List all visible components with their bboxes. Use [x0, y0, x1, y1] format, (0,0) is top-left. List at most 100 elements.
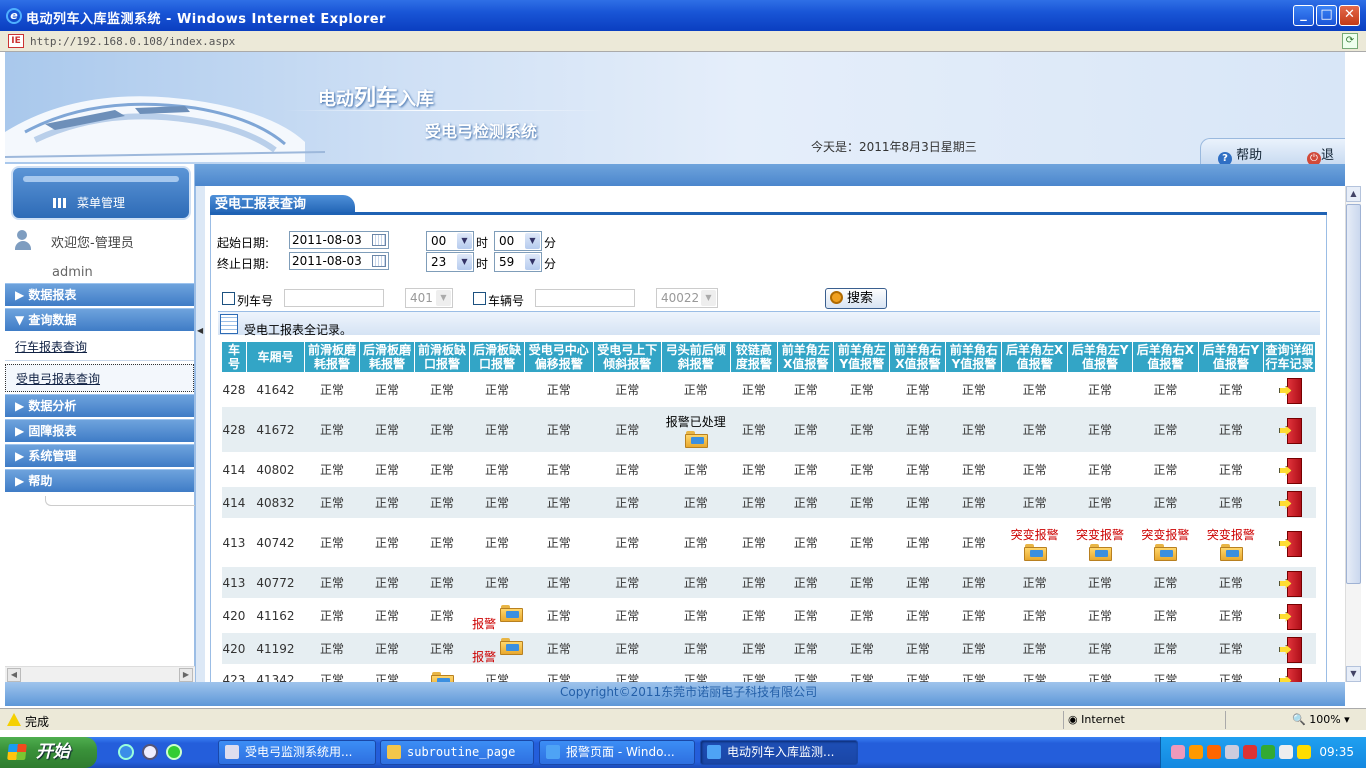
status-cell: 正常: [524, 406, 594, 453]
scroll-left-arrow-icon[interactable]: ◀: [7, 668, 21, 682]
train-no-cell: 413: [221, 566, 247, 599]
status-cell: 正常: [661, 566, 731, 599]
security-zone-label: Internet: [1081, 713, 1125, 726]
open-folder-icon[interactable]: [431, 671, 455, 682]
taskbar-item-pantograph-doc[interactable]: 受电弓监测系统用...: [218, 740, 376, 765]
open-folder-icon[interactable]: [1023, 543, 1047, 561]
start-date-input[interactable]: 2011-08-03: [289, 231, 389, 249]
train-no-cell: 420: [221, 598, 247, 633]
address-bar[interactable]: IE http://192.168.0.108/index.aspx ⟳: [0, 31, 1366, 52]
calendar-icon[interactable]: [372, 234, 386, 246]
scroll-right-arrow-icon[interactable]: ▶: [179, 668, 193, 682]
chevron-down-icon: ▼: [457, 233, 472, 249]
chevron-down-icon: ▼: [525, 254, 540, 270]
browser-quicklaunch-icon[interactable]: [142, 744, 158, 760]
minimize-button[interactable]: _: [1293, 5, 1314, 26]
scrollbar-thumb[interactable]: [1346, 204, 1361, 584]
detail-record-icon[interactable]: [1279, 570, 1302, 597]
open-folder-icon[interactable]: [499, 637, 523, 655]
detail-record-icon[interactable]: [1279, 603, 1302, 630]
exit-link[interactable]: ⏻退出: [1307, 144, 1345, 164]
sidebar-toggle[interactable]: ◀: [195, 186, 205, 682]
end-date-label: 终止日期:: [217, 257, 270, 271]
detail-record-icon[interactable]: [1279, 417, 1302, 444]
open-folder-icon[interactable]: [684, 430, 708, 448]
detail-record-icon[interactable]: [1279, 490, 1302, 517]
security-icon[interactable]: [1261, 745, 1275, 759]
car-no-select[interactable]: 40022 ▼: [656, 288, 718, 308]
maximize-button[interactable]: □: [1316, 5, 1337, 26]
start-hour-select[interactable]: 00 ▼: [426, 231, 474, 251]
train-no-select[interactable]: 401 ▼: [405, 288, 453, 308]
sidebar-item-train-report[interactable]: 行车报表查询: [5, 333, 194, 361]
scroll-up-arrow-icon[interactable]: ▲: [1346, 186, 1361, 202]
main-vertical-scrollbar[interactable]: ▲ ▼: [1345, 186, 1361, 682]
status-cell: 正常: [304, 632, 360, 665]
scroll-down-arrow-icon[interactable]: ▼: [1346, 666, 1361, 682]
ie-quicklaunch-icon[interactable]: [118, 744, 134, 760]
network-icon[interactable]: [1243, 745, 1257, 759]
status-cell: 正常: [1198, 486, 1264, 519]
car-no-checkbox[interactable]: [473, 292, 486, 305]
zoom-level[interactable]: 🔍 100% ▾: [1292, 713, 1350, 726]
status-cell: 正常: [777, 518, 834, 567]
status-cell: 正常: [359, 632, 415, 665]
detail-record-icon[interactable]: [1279, 530, 1302, 557]
status-cell: 正常: [524, 598, 594, 633]
sidebar-item-system-management[interactable]: ▶ 系统管理: [5, 444, 194, 467]
status-cell: 正常: [524, 452, 594, 487]
qq-icon[interactable]: [1207, 745, 1221, 759]
search-button[interactable]: 搜索: [825, 288, 887, 309]
status-cell: 正常: [1067, 566, 1133, 599]
open-folder-icon[interactable]: [1219, 543, 1243, 561]
end-date-input[interactable]: 2011-08-03: [289, 252, 389, 270]
status-cell: 正常: [833, 452, 890, 487]
detail-record-icon[interactable]: [1279, 377, 1302, 404]
sidebar-item-data-analysis[interactable]: ▶ 数据分析: [5, 394, 194, 417]
detail-record-icon[interactable]: [1279, 457, 1302, 484]
icon-cell: [414, 664, 470, 682]
zoom-value: 100%: [1309, 713, 1341, 726]
train-no-checkbox[interactable]: [222, 292, 235, 305]
sidebar-item-pantograph-report[interactable]: 受电弓报表查询: [5, 364, 194, 392]
address-url[interactable]: http://192.168.0.108/index.aspx: [30, 35, 235, 48]
end-hour-select[interactable]: 23 ▼: [426, 252, 474, 272]
start-button[interactable]: 开始: [0, 737, 97, 768]
sidebar-item-help[interactable]: ▶ 帮助: [5, 469, 194, 492]
start-minute-select[interactable]: 00 ▼: [494, 231, 542, 251]
keyboard-icon[interactable]: [1171, 745, 1185, 759]
calendar-icon[interactable]: [372, 255, 386, 267]
qq-icon[interactable]: [1189, 745, 1203, 759]
sidebar-item-data-report[interactable]: ▶ 数据报表: [5, 283, 194, 306]
app-tray-icon[interactable]: [1279, 745, 1293, 759]
sidebar-item-query-data[interactable]: ▼ 查询数据: [5, 308, 194, 331]
car-no-input[interactable]: [535, 289, 635, 307]
status-cell: 正常: [661, 372, 731, 407]
alarm-cell: 报警: [469, 632, 525, 665]
status-cell: 正常: [1198, 372, 1264, 407]
app-title-part2: 列车: [354, 86, 399, 111]
taskbar-item-alarm-page[interactable]: 报警页面 - Windo...: [539, 740, 695, 765]
end-minute-select[interactable]: 59 ▼: [494, 252, 542, 272]
train-no-input[interactable]: [284, 289, 384, 307]
close-button[interactable]: ✕: [1339, 5, 1360, 26]
sidebar-item-fault-report[interactable]: ▶ 固障报表: [5, 419, 194, 442]
refresh-icon[interactable]: ⟳: [1342, 33, 1358, 49]
detail-record-icon[interactable]: [1279, 636, 1302, 663]
refresh-quicklaunch-icon[interactable]: [166, 744, 182, 760]
detail-record-icon[interactable]: [1279, 667, 1302, 682]
status-cell: 正常: [524, 518, 594, 567]
app-tray-icon[interactable]: [1297, 745, 1311, 759]
volume-icon[interactable]: [1225, 745, 1239, 759]
status-cell: 正常: [1067, 632, 1133, 665]
sidebar-horizontal-scrollbar[interactable]: ◀ ▶: [5, 666, 195, 682]
document-icon: [225, 745, 239, 759]
open-folder-icon[interactable]: [1089, 543, 1113, 561]
detail-link-cell: [1263, 518, 1316, 567]
taskbar-item-train-monitor[interactable]: 电动列车入库监测...: [700, 740, 858, 765]
open-folder-icon[interactable]: [1154, 543, 1178, 561]
open-folder-icon[interactable]: [499, 604, 523, 622]
status-cell: 正常: [1001, 372, 1068, 407]
help-link[interactable]: ? 帮助: [1218, 144, 1262, 164]
taskbar-item-subroutine[interactable]: subroutine_page: [380, 740, 534, 765]
